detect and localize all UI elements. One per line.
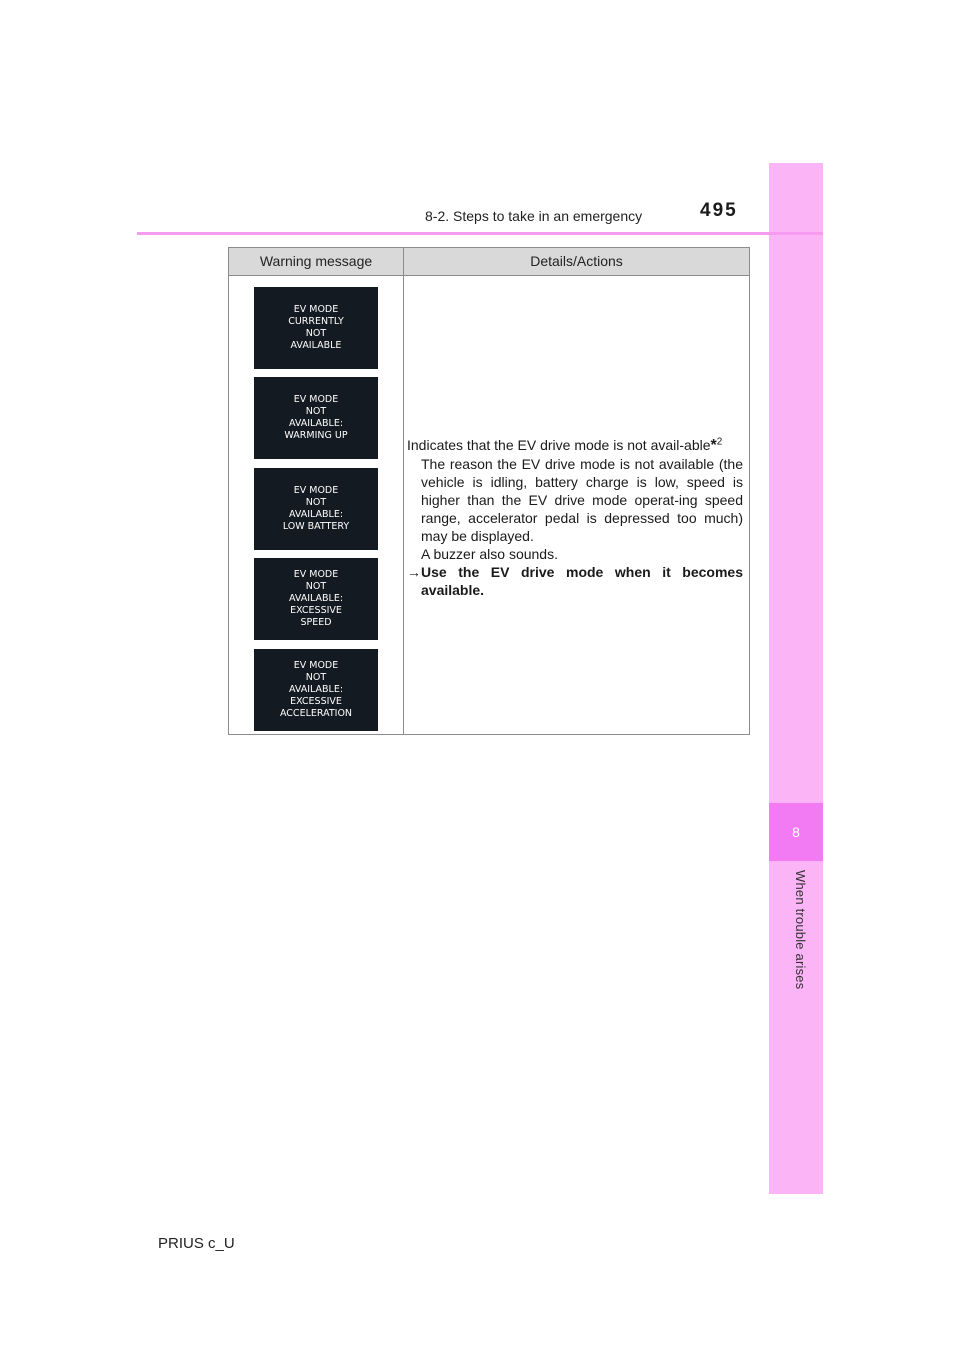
details-main: Indicates that the EV drive mode is not … xyxy=(407,437,711,453)
header-details-actions: Details/Actions xyxy=(530,253,623,269)
warning-display-text: EV MODE NOT AVAILABLE: EXCESSIVE ACCELER… xyxy=(279,660,353,719)
warning-display-text: EV MODE CURRENTLY NOT AVAILABLE xyxy=(288,304,344,351)
warning-display-low-battery: EV MODE NOT AVAILABLE: LOW BATTERY xyxy=(254,468,378,550)
footnote-number: 2 xyxy=(716,436,723,448)
chapter-number-tab: 8 xyxy=(769,803,823,861)
warning-display-currently-not-available: EV MODE CURRENTLY NOT AVAILABLE xyxy=(254,287,378,369)
details-reason: The reason the EV drive mode is not avai… xyxy=(421,456,743,544)
header-divider xyxy=(137,232,823,235)
warning-display-text: EV MODE NOT AVAILABLE: LOW BATTERY xyxy=(282,485,350,532)
warning-display-text: EV MODE NOT AVAILABLE: WARMING UP xyxy=(284,394,348,441)
chapter-number: 8 xyxy=(792,824,800,840)
section-title: 8-2. Steps to take in an emergency xyxy=(425,208,643,224)
warning-message-table: Warning message Details/Actions EV MODE … xyxy=(228,247,750,735)
action-text: Use the EV drive mode when it becomes av… xyxy=(421,564,743,598)
table-header-row: Warning message Details/Actions xyxy=(229,248,749,276)
column-divider xyxy=(403,276,404,734)
warning-display-warming-up: EV MODE NOT AVAILABLE: WARMING UP xyxy=(254,377,378,459)
details-buzzer: A buzzer also sounds. xyxy=(421,546,558,562)
footer-model: PRIUS c_U xyxy=(158,1235,235,1252)
page-number: 495 xyxy=(700,200,738,221)
details-main-text: Indicates that the EV drive mode is not … xyxy=(407,436,743,455)
details-action: → Use the EV drive mode when it becomes … xyxy=(407,563,743,599)
action-arrow-icon: → xyxy=(407,564,421,580)
chapter-title: When trouble arises xyxy=(793,870,808,990)
warning-display-excessive-speed: EV MODE NOT AVAILABLE: EXCESSIVE SPEED xyxy=(254,558,378,640)
warning-display-excessive-acceleration: EV MODE NOT AVAILABLE: EXCESSIVE ACCELER… xyxy=(254,649,378,731)
details-actions-cell: Indicates that the EV drive mode is not … xyxy=(407,436,743,599)
chapter-side-tab xyxy=(769,163,823,1194)
header-warning-message: Warning message xyxy=(229,248,404,275)
warning-display-text: EV MODE NOT AVAILABLE: EXCESSIVE SPEED xyxy=(288,569,344,628)
